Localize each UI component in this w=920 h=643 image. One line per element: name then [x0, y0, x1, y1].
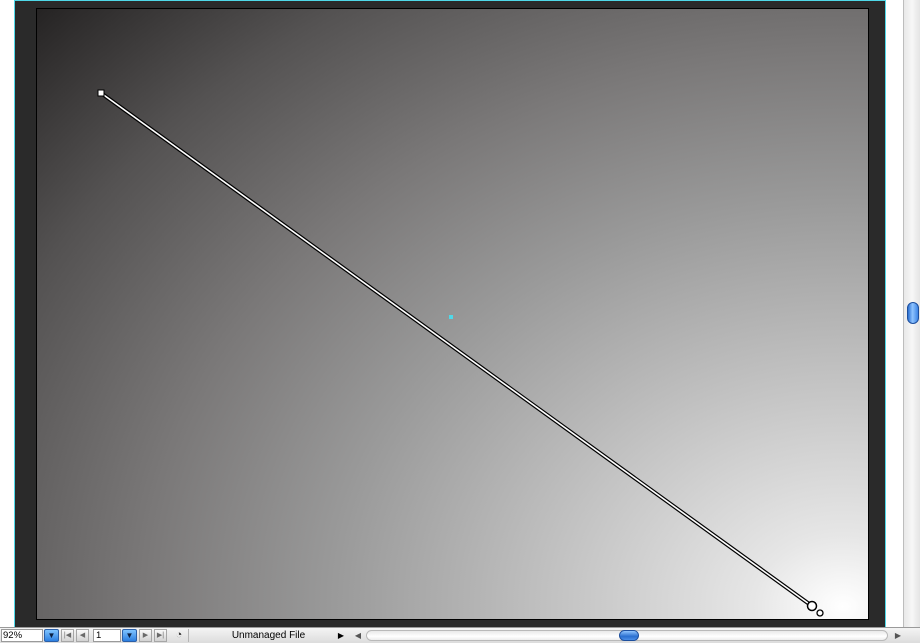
gradient-line[interactable] — [100, 92, 813, 607]
document-workspace[interactable] — [0, 0, 903, 627]
last-page-icon[interactable]: ▶| — [154, 629, 167, 642]
file-status-label: Unmanaged File — [188, 629, 348, 642]
gradient-start-handle[interactable] — [97, 89, 105, 97]
status-menu-icon[interactable]: ▶ — [335, 629, 347, 642]
page-number-field[interactable]: 1 — [93, 629, 121, 642]
gradient-end-handle[interactable] — [806, 600, 818, 612]
gradient-annotator-overlay — [97, 89, 824, 617]
gradient-radius-handle[interactable] — [816, 609, 824, 617]
artboard-center-marker — [449, 315, 453, 319]
first-page-icon[interactable]: |◀ — [61, 629, 74, 642]
zoom-dropdown-icon[interactable]: ▼ — [44, 629, 59, 642]
horizontal-scroll-thumb[interactable] — [619, 630, 639, 641]
prev-page-icon[interactable]: ◀ — [76, 629, 89, 642]
zoom-level-field[interactable]: 92% — [1, 629, 43, 642]
scroll-right-icon[interactable]: ▶ — [892, 629, 904, 642]
next-page-icon[interactable]: ▶ — [139, 629, 152, 642]
vertical-scrollbar[interactable] — [903, 0, 920, 627]
vertical-scroll-thumb[interactable] — [907, 302, 919, 324]
scroll-left-icon[interactable]: ◀ — [352, 629, 364, 642]
page-dropdown-icon[interactable]: ▼ — [122, 629, 137, 642]
status-bar: 92% ▼ |◀ ◀ 1 ▼ ▶ ▶| ◔ Unmanaged File ▶ ◀… — [0, 627, 920, 643]
version-cue-icon[interactable]: ◔ — [172, 629, 186, 642]
